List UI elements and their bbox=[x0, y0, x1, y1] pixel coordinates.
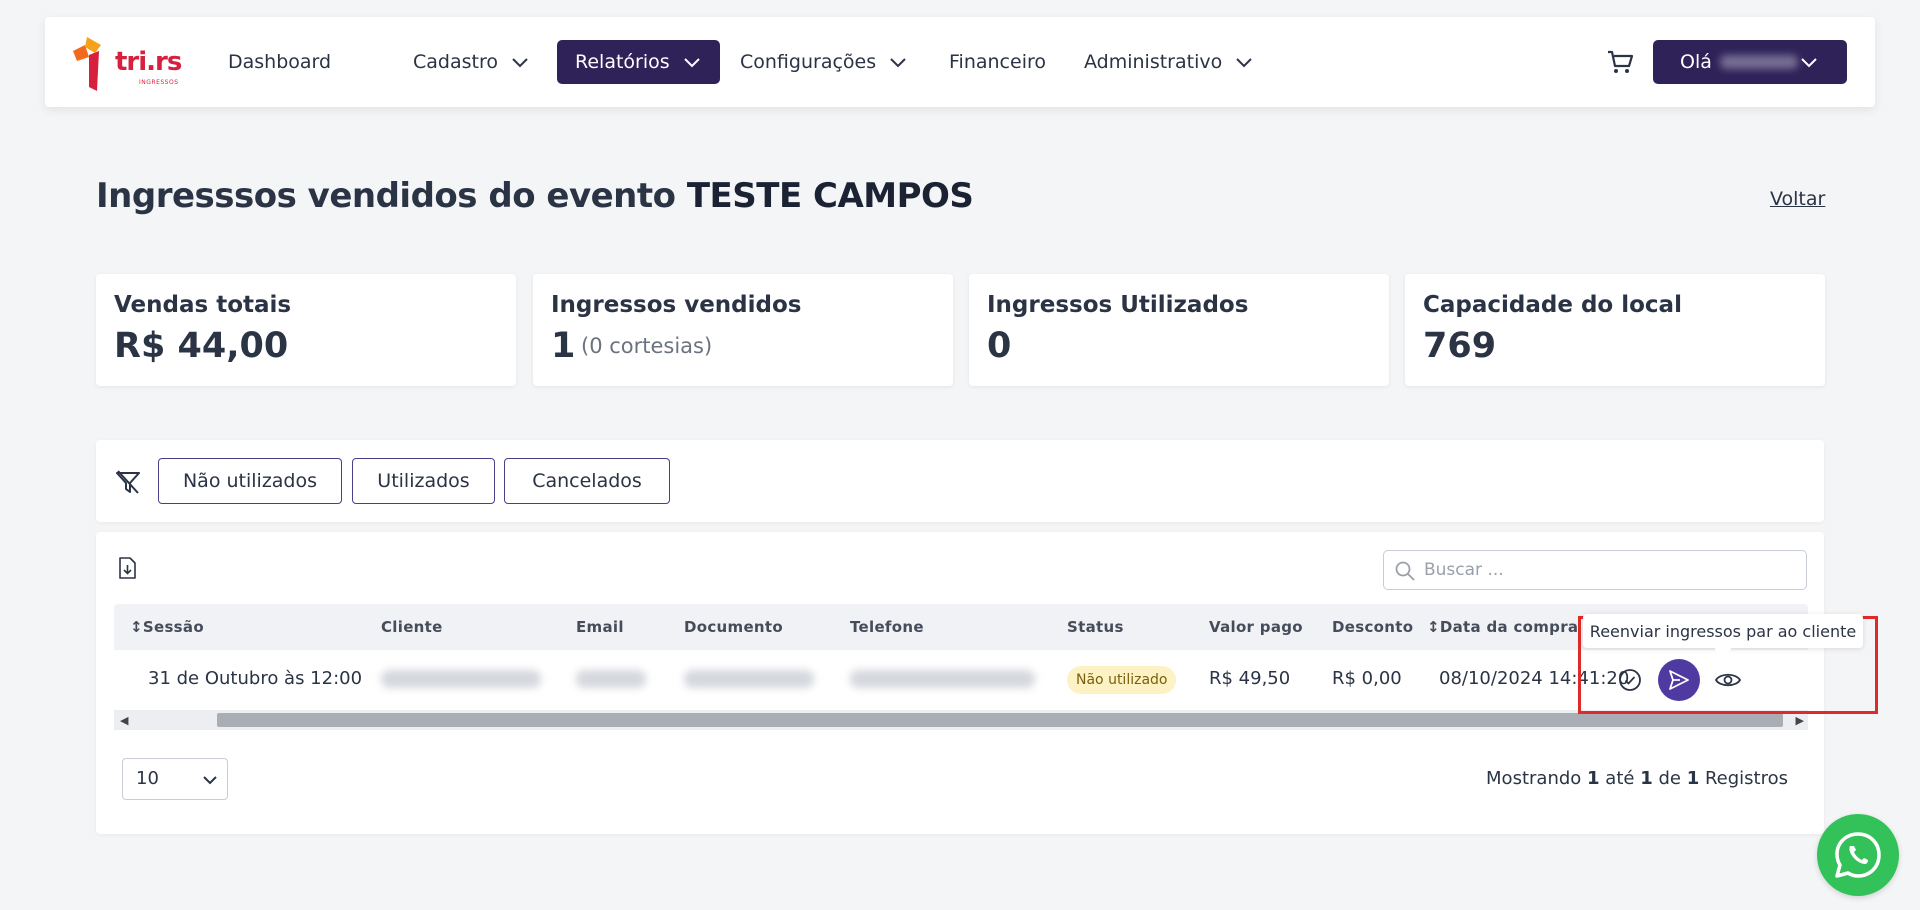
col-status: Status bbox=[1067, 618, 1124, 636]
nav-dashboard[interactable]: Dashboard bbox=[210, 40, 349, 84]
nav-administrativo[interactable]: Administrativo bbox=[1066, 40, 1272, 84]
col-email: Email bbox=[576, 618, 624, 636]
stat-value: 0 bbox=[987, 326, 1012, 366]
cell-email-redacted bbox=[576, 670, 646, 688]
records-to: 1 bbox=[1640, 768, 1653, 789]
stat-card-capacidade: Capacidade do local 769 bbox=[1405, 274, 1825, 386]
chevron-down-icon bbox=[1801, 58, 1817, 68]
records-info: Mostrando 1 até 1 de 1 Registros bbox=[1486, 768, 1788, 789]
scroll-right-icon[interactable]: ▶ bbox=[1796, 714, 1804, 727]
col-sessao[interactable]: ↕Sessão bbox=[130, 618, 204, 636]
cell-sessao: 31 de Outubro às 12:00 bbox=[148, 668, 363, 689]
logo-sub: INGRESSOS bbox=[139, 79, 179, 86]
filter-nao-utilizados-button[interactable]: Não utilizados bbox=[158, 458, 342, 504]
nav-cadastro[interactable]: Cadastro bbox=[395, 40, 548, 84]
page-size-select[interactable]: 10 bbox=[122, 758, 228, 800]
cell-telefone-redacted bbox=[850, 670, 1035, 688]
col-documento: Documento bbox=[684, 618, 783, 636]
records-total: 1 bbox=[1686, 768, 1700, 789]
col-cliente: Cliente bbox=[381, 618, 443, 636]
filter-utilizados-button[interactable]: Utilizados bbox=[352, 458, 495, 504]
stat-extra: (0 cortesias) bbox=[581, 334, 713, 358]
chevron-down-icon bbox=[203, 776, 217, 785]
user-greeting: Olá bbox=[1680, 51, 1712, 73]
nav-relatorios[interactable]: Relatórios bbox=[557, 40, 720, 84]
filter-bar: Não utilizados Utilizados Cancelados bbox=[96, 440, 1824, 522]
filter-cancelados-button[interactable]: Cancelados bbox=[504, 458, 670, 504]
nav-label: Cadastro bbox=[413, 51, 498, 73]
stat-label: Capacidade do local bbox=[1423, 292, 1682, 318]
resend-tooltip: Reenviar ingressos par ao cliente bbox=[1583, 614, 1863, 648]
user-menu-button[interactable]: Olá bbox=[1653, 40, 1847, 84]
table-row: 31 de Outubro às 12:00 Não utilizado R$ … bbox=[114, 650, 1808, 710]
stat-value: 769 bbox=[1423, 326, 1497, 366]
page-title-text: Ingresssos vendidos do evento bbox=[96, 176, 676, 216]
cell-desconto: R$ 0,00 bbox=[1332, 668, 1402, 689]
chevron-down-icon bbox=[683, 58, 700, 68]
export-file-icon[interactable] bbox=[116, 556, 138, 580]
nav-label: Financeiro bbox=[949, 51, 1046, 73]
whatsapp-button[interactable] bbox=[1817, 814, 1899, 896]
nav-label: Dashboard bbox=[228, 51, 332, 73]
nav-label: Relatórios bbox=[575, 51, 670, 73]
top-navbar: tri.rs INGRESSOS Dashboard Cadastro Rela… bbox=[45, 17, 1875, 107]
stat-label: Vendas totais bbox=[114, 292, 292, 318]
scroll-left-icon[interactable]: ◀ bbox=[120, 714, 128, 727]
nav-label: Configurações bbox=[740, 51, 877, 73]
stat-card-ingressos-vendidos: Ingressos vendidos 1 (0 cortesias) bbox=[533, 274, 953, 386]
stat-value: 1 bbox=[551, 326, 576, 366]
cell-documento-redacted bbox=[684, 670, 814, 688]
search-input[interactable] bbox=[1424, 557, 1794, 583]
col-valor-pago: Valor pago bbox=[1209, 618, 1303, 636]
logo-text: tri.rs bbox=[115, 47, 182, 77]
brand-logo[interactable]: tri.rs INGRESSOS bbox=[71, 35, 191, 91]
user-name-redacted bbox=[1719, 55, 1798, 69]
chevron-down-icon bbox=[512, 58, 528, 68]
stat-label: Ingressos vendidos bbox=[551, 292, 802, 318]
page-size-value: 10 bbox=[136, 768, 159, 789]
status-badge: Não utilizado bbox=[1067, 666, 1177, 694]
horizontal-scrollbar[interactable]: ◀ ▶ bbox=[114, 710, 1808, 730]
col-data-compra[interactable]: ↕Data da compra bbox=[1427, 618, 1578, 636]
search-icon bbox=[1395, 561, 1415, 581]
records-to-word: até bbox=[1605, 768, 1635, 789]
clear-filter-icon[interactable] bbox=[114, 468, 142, 496]
table-header: ↕Sessão Cliente Email Documento Telefone… bbox=[114, 604, 1808, 650]
col-desconto: Desconto bbox=[1332, 618, 1414, 636]
col-telefone: Telefone bbox=[850, 618, 924, 636]
back-link[interactable]: Voltar bbox=[1770, 188, 1825, 210]
chevron-down-icon bbox=[890, 58, 906, 68]
page-title: Ingresssos vendidos do evento TESTE CAMP… bbox=[96, 176, 974, 216]
nav-configuracoes[interactable]: Configurações bbox=[722, 40, 926, 84]
nav-financeiro[interactable]: Financeiro bbox=[931, 40, 1064, 84]
chevron-down-icon bbox=[1236, 58, 1252, 68]
logo-mark-icon bbox=[73, 37, 101, 91]
whatsapp-icon bbox=[1835, 832, 1881, 878]
records-suffix: Registros bbox=[1704, 768, 1788, 789]
cell-cliente-redacted bbox=[381, 670, 541, 688]
scrollbar-thumb[interactable] bbox=[217, 713, 1783, 727]
stat-card-ingressos-utilizados: Ingressos Utilizados 0 bbox=[969, 274, 1389, 386]
records-from: 1 bbox=[1587, 768, 1600, 789]
records-of-word: de bbox=[1658, 768, 1681, 789]
cell-valor-pago: R$ 49,50 bbox=[1209, 668, 1291, 689]
event-name: TESTE CAMPOS bbox=[686, 176, 974, 216]
stat-label: Ingressos Utilizados bbox=[987, 292, 1249, 318]
nav-label: Administrativo bbox=[1084, 51, 1223, 73]
search-field[interactable] bbox=[1383, 550, 1807, 590]
stat-value: R$ 44,00 bbox=[114, 326, 289, 366]
stat-card-vendas: Vendas totais R$ 44,00 bbox=[96, 274, 516, 386]
records-prefix: Mostrando bbox=[1486, 768, 1582, 789]
col-label: Data da compra bbox=[1439, 618, 1579, 636]
col-label: Sessão bbox=[142, 618, 204, 636]
cart-icon[interactable] bbox=[1605, 47, 1635, 77]
tickets-table-panel: ↕Sessão Cliente Email Documento Telefone… bbox=[96, 532, 1824, 834]
